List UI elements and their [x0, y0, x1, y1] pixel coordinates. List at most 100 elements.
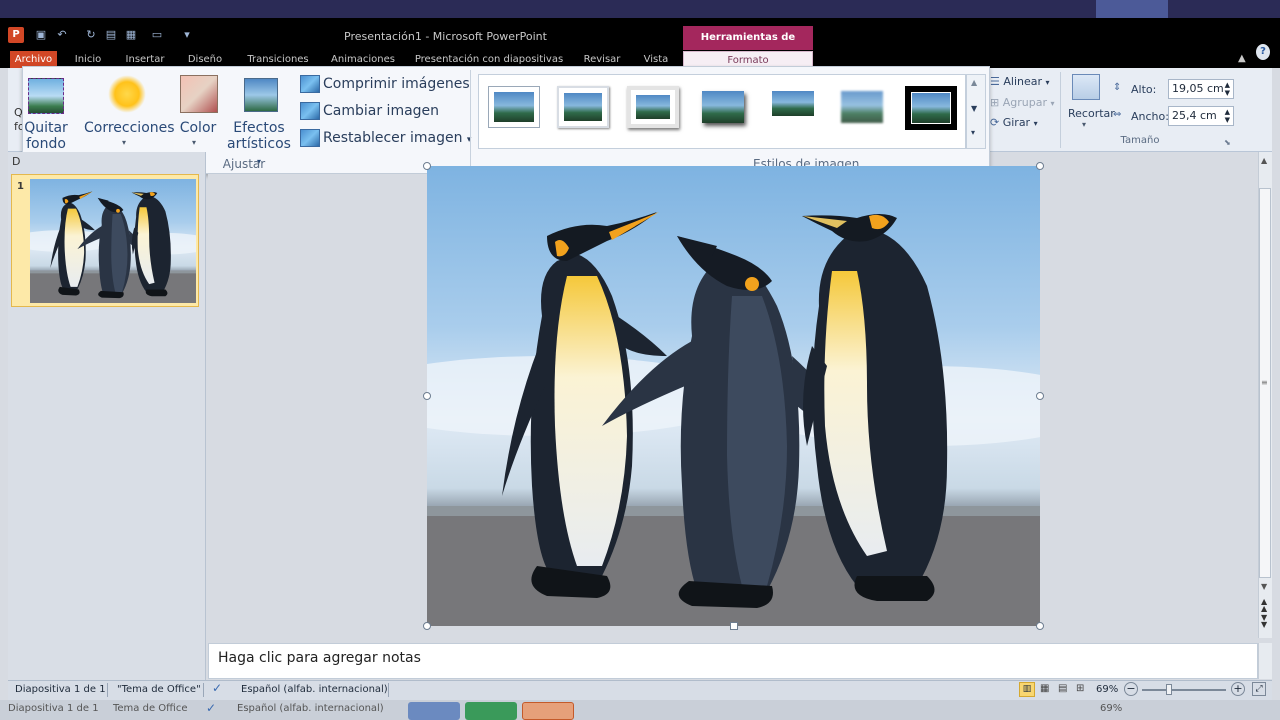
correcciones-label: Correcciones	[84, 120, 175, 136]
zoom-level[interactable]: 69%	[1096, 684, 1118, 695]
restablecer-imagen-button[interactable]: Restablecer imagen ▾	[300, 129, 471, 147]
resize-handle-bottom[interactable]	[730, 622, 738, 630]
correcciones-button[interactable]: Correcciones	[84, 120, 175, 136]
notes-placeholder[interactable]: Haga clic para agregar notas	[218, 650, 421, 666]
picture-style-thumb[interactable]	[557, 86, 609, 128]
echo-spellcheck-icon: ✓	[206, 701, 217, 715]
spellcheck-icon[interactable]: ✓	[212, 681, 222, 695]
color-button[interactable]: Color	[176, 120, 220, 136]
girar-label: Girar	[1002, 116, 1031, 129]
restablecer-label: Restablecer imagen	[323, 130, 463, 146]
picture-style-thumb[interactable]	[767, 86, 819, 128]
undo-icon[interactable]: ↶	[55, 28, 69, 42]
help-icon[interactable]: ?	[1256, 44, 1270, 60]
spinner-icon[interactable]: ▲ ▼	[1225, 108, 1230, 124]
chevron-down-icon[interactable]: ▾	[1082, 120, 1086, 129]
normal-view-icon[interactable]: ▥	[1019, 682, 1035, 697]
ancho-label: Ancho:	[1131, 110, 1169, 123]
resize-handle-left[interactable]	[423, 392, 431, 400]
align-icon: ☰	[990, 75, 1000, 88]
penguins-image	[427, 166, 1040, 626]
customize-icon[interactable]: ▾	[180, 28, 194, 42]
rotate-icon: ⟳	[990, 116, 1000, 129]
ancho-input[interactable]: 25,4 cm ▲ ▼	[1168, 106, 1234, 126]
efectos-label-1: Efectos	[233, 120, 285, 136]
agrupar-label: Agrupar	[1002, 96, 1047, 109]
chevron-down-icon[interactable]: ▾	[122, 138, 126, 147]
picture-style-thumb[interactable]	[488, 86, 540, 128]
alto-input[interactable]: 19,05 cm ▲ ▼	[1168, 79, 1234, 99]
resize-handle-top-left[interactable]	[423, 162, 431, 170]
group-icon: ⊞	[990, 96, 1000, 109]
crop-icon[interactable]	[1072, 74, 1100, 100]
top-band	[0, 0, 1280, 18]
slide-counter: Diapositiva 1 de 1	[15, 684, 106, 695]
taskbar-item[interactable]	[408, 702, 460, 720]
alinear-button[interactable]: ☰ Alinear ▾	[990, 75, 1050, 88]
picture-style-thumb[interactable]	[697, 86, 749, 128]
print-preview-icon[interactable]: ▤	[104, 28, 118, 42]
alto-label: Alto:	[1131, 83, 1157, 96]
gallery-up-icon[interactable]: ▲	[971, 78, 977, 87]
spinner-icon[interactable]: ▲ ▼	[1225, 81, 1230, 97]
chevron-down-icon: ▾	[1045, 78, 1050, 87]
remove-background-icon	[28, 78, 64, 114]
artistic-effects-icon	[244, 78, 278, 112]
cambiar-imagen-button[interactable]: Cambiar imagen	[300, 102, 439, 120]
zoom-slider-knob[interactable]	[1166, 684, 1172, 695]
gallery-down-icon[interactable]: ▼	[971, 104, 977, 113]
sun-icon	[108, 75, 146, 113]
picture-style-thumb-selected[interactable]	[905, 86, 957, 130]
panel-tab-partial[interactable]: D	[12, 155, 20, 168]
picture-style-thumb[interactable]	[627, 86, 679, 128]
previous-slide-icon[interactable]: ▲ ▲	[1261, 598, 1267, 613]
gallery-more-icon[interactable]: ▾	[971, 128, 975, 137]
slide-icon[interactable]: ▭	[150, 28, 164, 42]
zoom-in-icon[interactable]: +	[1231, 682, 1245, 696]
efectos-label-2: artísticos	[227, 136, 291, 152]
recortar-button[interactable]: Recortar	[1068, 107, 1115, 120]
layout-icon[interactable]: ▦	[124, 28, 138, 42]
powerpoint-app-icon[interactable]: P	[8, 27, 24, 43]
slide-thumbnail[interactable]	[30, 179, 196, 303]
divider	[203, 683, 204, 697]
comprimir-imagenes-button[interactable]: Comprimir imágenes	[300, 75, 470, 93]
reading-view-icon[interactable]: ▤	[1058, 683, 1067, 694]
taskbar-item[interactable]	[465, 702, 517, 720]
resize-handle-bottom-left[interactable]	[423, 622, 431, 630]
group-divider	[470, 70, 471, 172]
zoom-out-icon[interactable]: −	[1124, 682, 1138, 696]
scroll-up-icon[interactable]: ▲	[1261, 156, 1267, 165]
taskbar-item[interactable]	[522, 702, 574, 720]
girar-button[interactable]: ⟳ Girar ▾	[990, 116, 1038, 129]
divider	[107, 683, 108, 697]
fit-to-window-icon[interactable]: ⤢	[1252, 682, 1266, 696]
echo-language: Español (alfab. internacional)	[237, 703, 384, 714]
slideshow-icon[interactable]: ⊞	[1076, 683, 1084, 694]
quitar-fondo-button[interactable]: Quitar fondo	[22, 120, 70, 152]
language-label[interactable]: Español (alfab. internacional)	[241, 684, 388, 695]
chevron-down-icon[interactable]: ▾	[192, 138, 196, 147]
picture-style-thumb[interactable]	[836, 86, 888, 128]
save-icon[interactable]: ▣	[34, 28, 48, 42]
notes-scrollbar[interactable]	[1258, 643, 1272, 679]
slide-sorter-icon[interactable]: ▦	[1040, 683, 1049, 694]
cambiar-label: Cambiar imagen	[323, 103, 440, 119]
resize-handle-bottom-right[interactable]	[1036, 622, 1044, 630]
height-icon: ⇕	[1113, 82, 1122, 93]
color-label: Color	[179, 120, 217, 136]
theme-name[interactable]: "Tema de Office"	[117, 684, 201, 695]
redo-icon[interactable]: ↻	[84, 28, 98, 42]
next-slide-icon[interactable]: ▼ ▼	[1261, 614, 1267, 629]
minimize-ribbon-icon[interactable]: ▲	[1238, 53, 1246, 64]
resize-handle-top-right[interactable]	[1036, 162, 1044, 170]
zoom-slider-track[interactable]	[1142, 689, 1226, 691]
penguins-picture[interactable]	[427, 166, 1040, 626]
dialog-launcher-icon[interactable]: ⬊	[1224, 138, 1231, 147]
comprimir-label: Comprimir imágenes	[323, 76, 470, 92]
resize-handle-right[interactable]	[1036, 392, 1044, 400]
scroll-down-icon[interactable]: ▼	[1261, 582, 1267, 591]
change-picture-icon	[300, 102, 320, 120]
alto-value: 19,05 cm	[1172, 82, 1224, 95]
compress-icon	[300, 75, 320, 93]
